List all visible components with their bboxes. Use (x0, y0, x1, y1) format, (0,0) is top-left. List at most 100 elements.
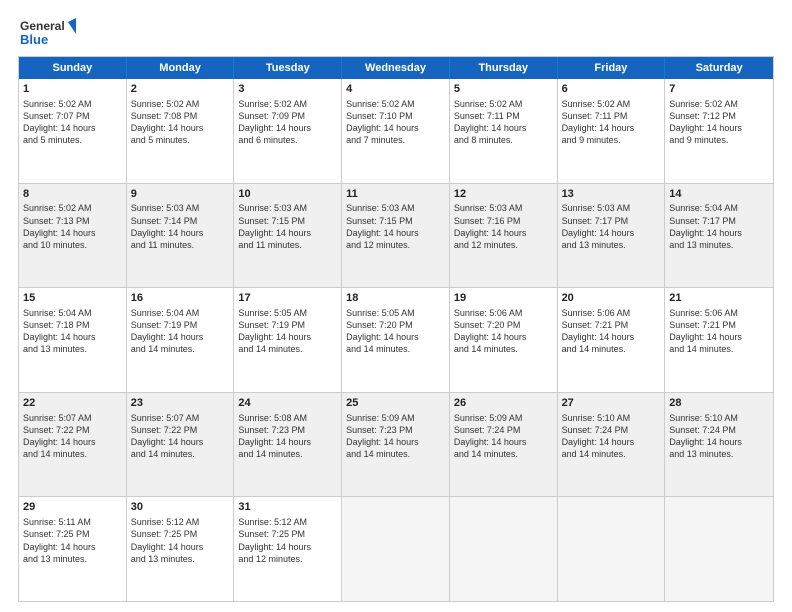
day-info-line: Sunset: 7:19 PM (238, 319, 337, 331)
day-number: 31 (238, 500, 337, 515)
header-day-wednesday: Wednesday (342, 57, 450, 79)
day-info-line: Daylight: 14 hours (346, 227, 445, 239)
day-info-line: and 14 minutes. (562, 448, 661, 460)
calendar-row-2: 8Sunrise: 5:02 AMSunset: 7:13 PMDaylight… (19, 183, 773, 288)
day-number: 15 (23, 291, 122, 306)
day-info-line: Sunset: 7:17 PM (669, 215, 769, 227)
calendar-cell: 25Sunrise: 5:09 AMSunset: 7:23 PMDayligh… (342, 393, 450, 497)
day-info-line: Daylight: 14 hours (131, 227, 230, 239)
day-info-line: Sunset: 7:17 PM (562, 215, 661, 227)
day-info-line: Daylight: 14 hours (23, 541, 122, 553)
day-info-line: Sunrise: 5:02 AM (131, 98, 230, 110)
day-info-line: Sunset: 7:22 PM (131, 424, 230, 436)
day-info-line: and 14 minutes. (131, 343, 230, 355)
calendar-cell: 6Sunrise: 5:02 AMSunset: 7:11 PMDaylight… (558, 79, 666, 183)
day-info-line: and 8 minutes. (454, 134, 553, 146)
day-number: 6 (562, 82, 661, 97)
logo: GeneralBlue (18, 16, 78, 48)
calendar: SundayMondayTuesdayWednesdayThursdayFrid… (18, 56, 774, 602)
day-info-line: Daylight: 14 hours (454, 436, 553, 448)
day-number: 9 (131, 187, 230, 202)
day-info-line: Daylight: 14 hours (238, 227, 337, 239)
day-info-line: and 11 minutes. (238, 239, 337, 251)
calendar-cell: 27Sunrise: 5:10 AMSunset: 7:24 PMDayligh… (558, 393, 666, 497)
day-info-line: Sunrise: 5:02 AM (23, 98, 122, 110)
day-info-line: and 11 minutes. (131, 239, 230, 251)
calendar-cell: 5Sunrise: 5:02 AMSunset: 7:11 PMDaylight… (450, 79, 558, 183)
calendar-cell: 9Sunrise: 5:03 AMSunset: 7:14 PMDaylight… (127, 184, 235, 288)
calendar-row-1: 1Sunrise: 5:02 AMSunset: 7:07 PMDaylight… (19, 79, 773, 183)
calendar-cell: 31Sunrise: 5:12 AMSunset: 7:25 PMDayligh… (234, 497, 342, 601)
day-info-line: Daylight: 14 hours (669, 227, 769, 239)
day-info-line: Sunset: 7:09 PM (238, 110, 337, 122)
calendar-cell: 15Sunrise: 5:04 AMSunset: 7:18 PMDayligh… (19, 288, 127, 392)
day-info-line: and 5 minutes. (131, 134, 230, 146)
svg-text:Blue: Blue (20, 32, 48, 47)
page-header: GeneralBlue (18, 16, 774, 48)
day-info-line: and 14 minutes. (454, 448, 553, 460)
day-info-line: Sunset: 7:18 PM (23, 319, 122, 331)
day-info-line: and 14 minutes. (562, 343, 661, 355)
day-info-line: and 7 minutes. (346, 134, 445, 146)
day-info-line: Daylight: 14 hours (238, 436, 337, 448)
day-info-line: Sunset: 7:08 PM (131, 110, 230, 122)
day-info-line: Sunset: 7:24 PM (669, 424, 769, 436)
day-info-line: Daylight: 14 hours (131, 541, 230, 553)
day-info-line: Daylight: 14 hours (562, 227, 661, 239)
day-info-line: Sunrise: 5:02 AM (562, 98, 661, 110)
day-info-line: and 5 minutes. (23, 134, 122, 146)
day-info-line: and 6 minutes. (238, 134, 337, 146)
header-day-saturday: Saturday (665, 57, 773, 79)
calendar-cell: 18Sunrise: 5:05 AMSunset: 7:20 PMDayligh… (342, 288, 450, 392)
calendar-cell: 4Sunrise: 5:02 AMSunset: 7:10 PMDaylight… (342, 79, 450, 183)
day-number: 18 (346, 291, 445, 306)
day-info-line: Sunset: 7:22 PM (23, 424, 122, 436)
day-info-line: Sunrise: 5:04 AM (131, 307, 230, 319)
day-info-line: and 13 minutes. (562, 239, 661, 251)
day-number: 7 (669, 82, 769, 97)
day-info-line: Daylight: 14 hours (131, 331, 230, 343)
day-number: 17 (238, 291, 337, 306)
day-number: 25 (346, 396, 445, 411)
day-info-line: Daylight: 14 hours (346, 436, 445, 448)
calendar-cell: 24Sunrise: 5:08 AMSunset: 7:23 PMDayligh… (234, 393, 342, 497)
calendar-cell: 22Sunrise: 5:07 AMSunset: 7:22 PMDayligh… (19, 393, 127, 497)
day-info-line: Daylight: 14 hours (131, 122, 230, 134)
day-number: 27 (562, 396, 661, 411)
day-info-line: and 9 minutes. (669, 134, 769, 146)
day-info-line: and 12 minutes. (454, 239, 553, 251)
day-info-line: Daylight: 14 hours (346, 331, 445, 343)
day-info-line: Sunrise: 5:04 AM (23, 307, 122, 319)
day-info-line: Sunset: 7:24 PM (454, 424, 553, 436)
day-number: 2 (131, 82, 230, 97)
day-info-line: Daylight: 14 hours (562, 436, 661, 448)
day-info-line: Daylight: 14 hours (23, 436, 122, 448)
day-info-line: Sunset: 7:14 PM (131, 215, 230, 227)
day-info-line: Daylight: 14 hours (23, 331, 122, 343)
day-info-line: Daylight: 14 hours (454, 331, 553, 343)
calendar-cell: 16Sunrise: 5:04 AMSunset: 7:19 PMDayligh… (127, 288, 235, 392)
calendar-cell: 14Sunrise: 5:04 AMSunset: 7:17 PMDayligh… (665, 184, 773, 288)
calendar-cell: 19Sunrise: 5:06 AMSunset: 7:20 PMDayligh… (450, 288, 558, 392)
day-number: 16 (131, 291, 230, 306)
day-info-line: and 13 minutes. (669, 448, 769, 460)
day-info-line: and 13 minutes. (23, 553, 122, 565)
day-number: 5 (454, 82, 553, 97)
day-info-line: Daylight: 14 hours (346, 122, 445, 134)
day-info-line: Sunrise: 5:07 AM (131, 412, 230, 424)
day-info-line: Sunset: 7:25 PM (131, 528, 230, 540)
day-info-line: and 13 minutes. (669, 239, 769, 251)
day-number: 30 (131, 500, 230, 515)
day-info-line: Sunrise: 5:12 AM (131, 516, 230, 528)
day-info-line: and 14 minutes. (131, 448, 230, 460)
day-info-line: and 14 minutes. (346, 448, 445, 460)
day-info-line: Sunset: 7:21 PM (562, 319, 661, 331)
day-info-line: and 14 minutes. (238, 343, 337, 355)
day-info-line: Sunset: 7:13 PM (23, 215, 122, 227)
day-info-line: Daylight: 14 hours (454, 122, 553, 134)
day-info-line: and 14 minutes. (669, 343, 769, 355)
day-info-line: and 12 minutes. (238, 553, 337, 565)
calendar-cell (665, 497, 773, 601)
day-info-line: and 14 minutes. (238, 448, 337, 460)
header-day-tuesday: Tuesday (234, 57, 342, 79)
